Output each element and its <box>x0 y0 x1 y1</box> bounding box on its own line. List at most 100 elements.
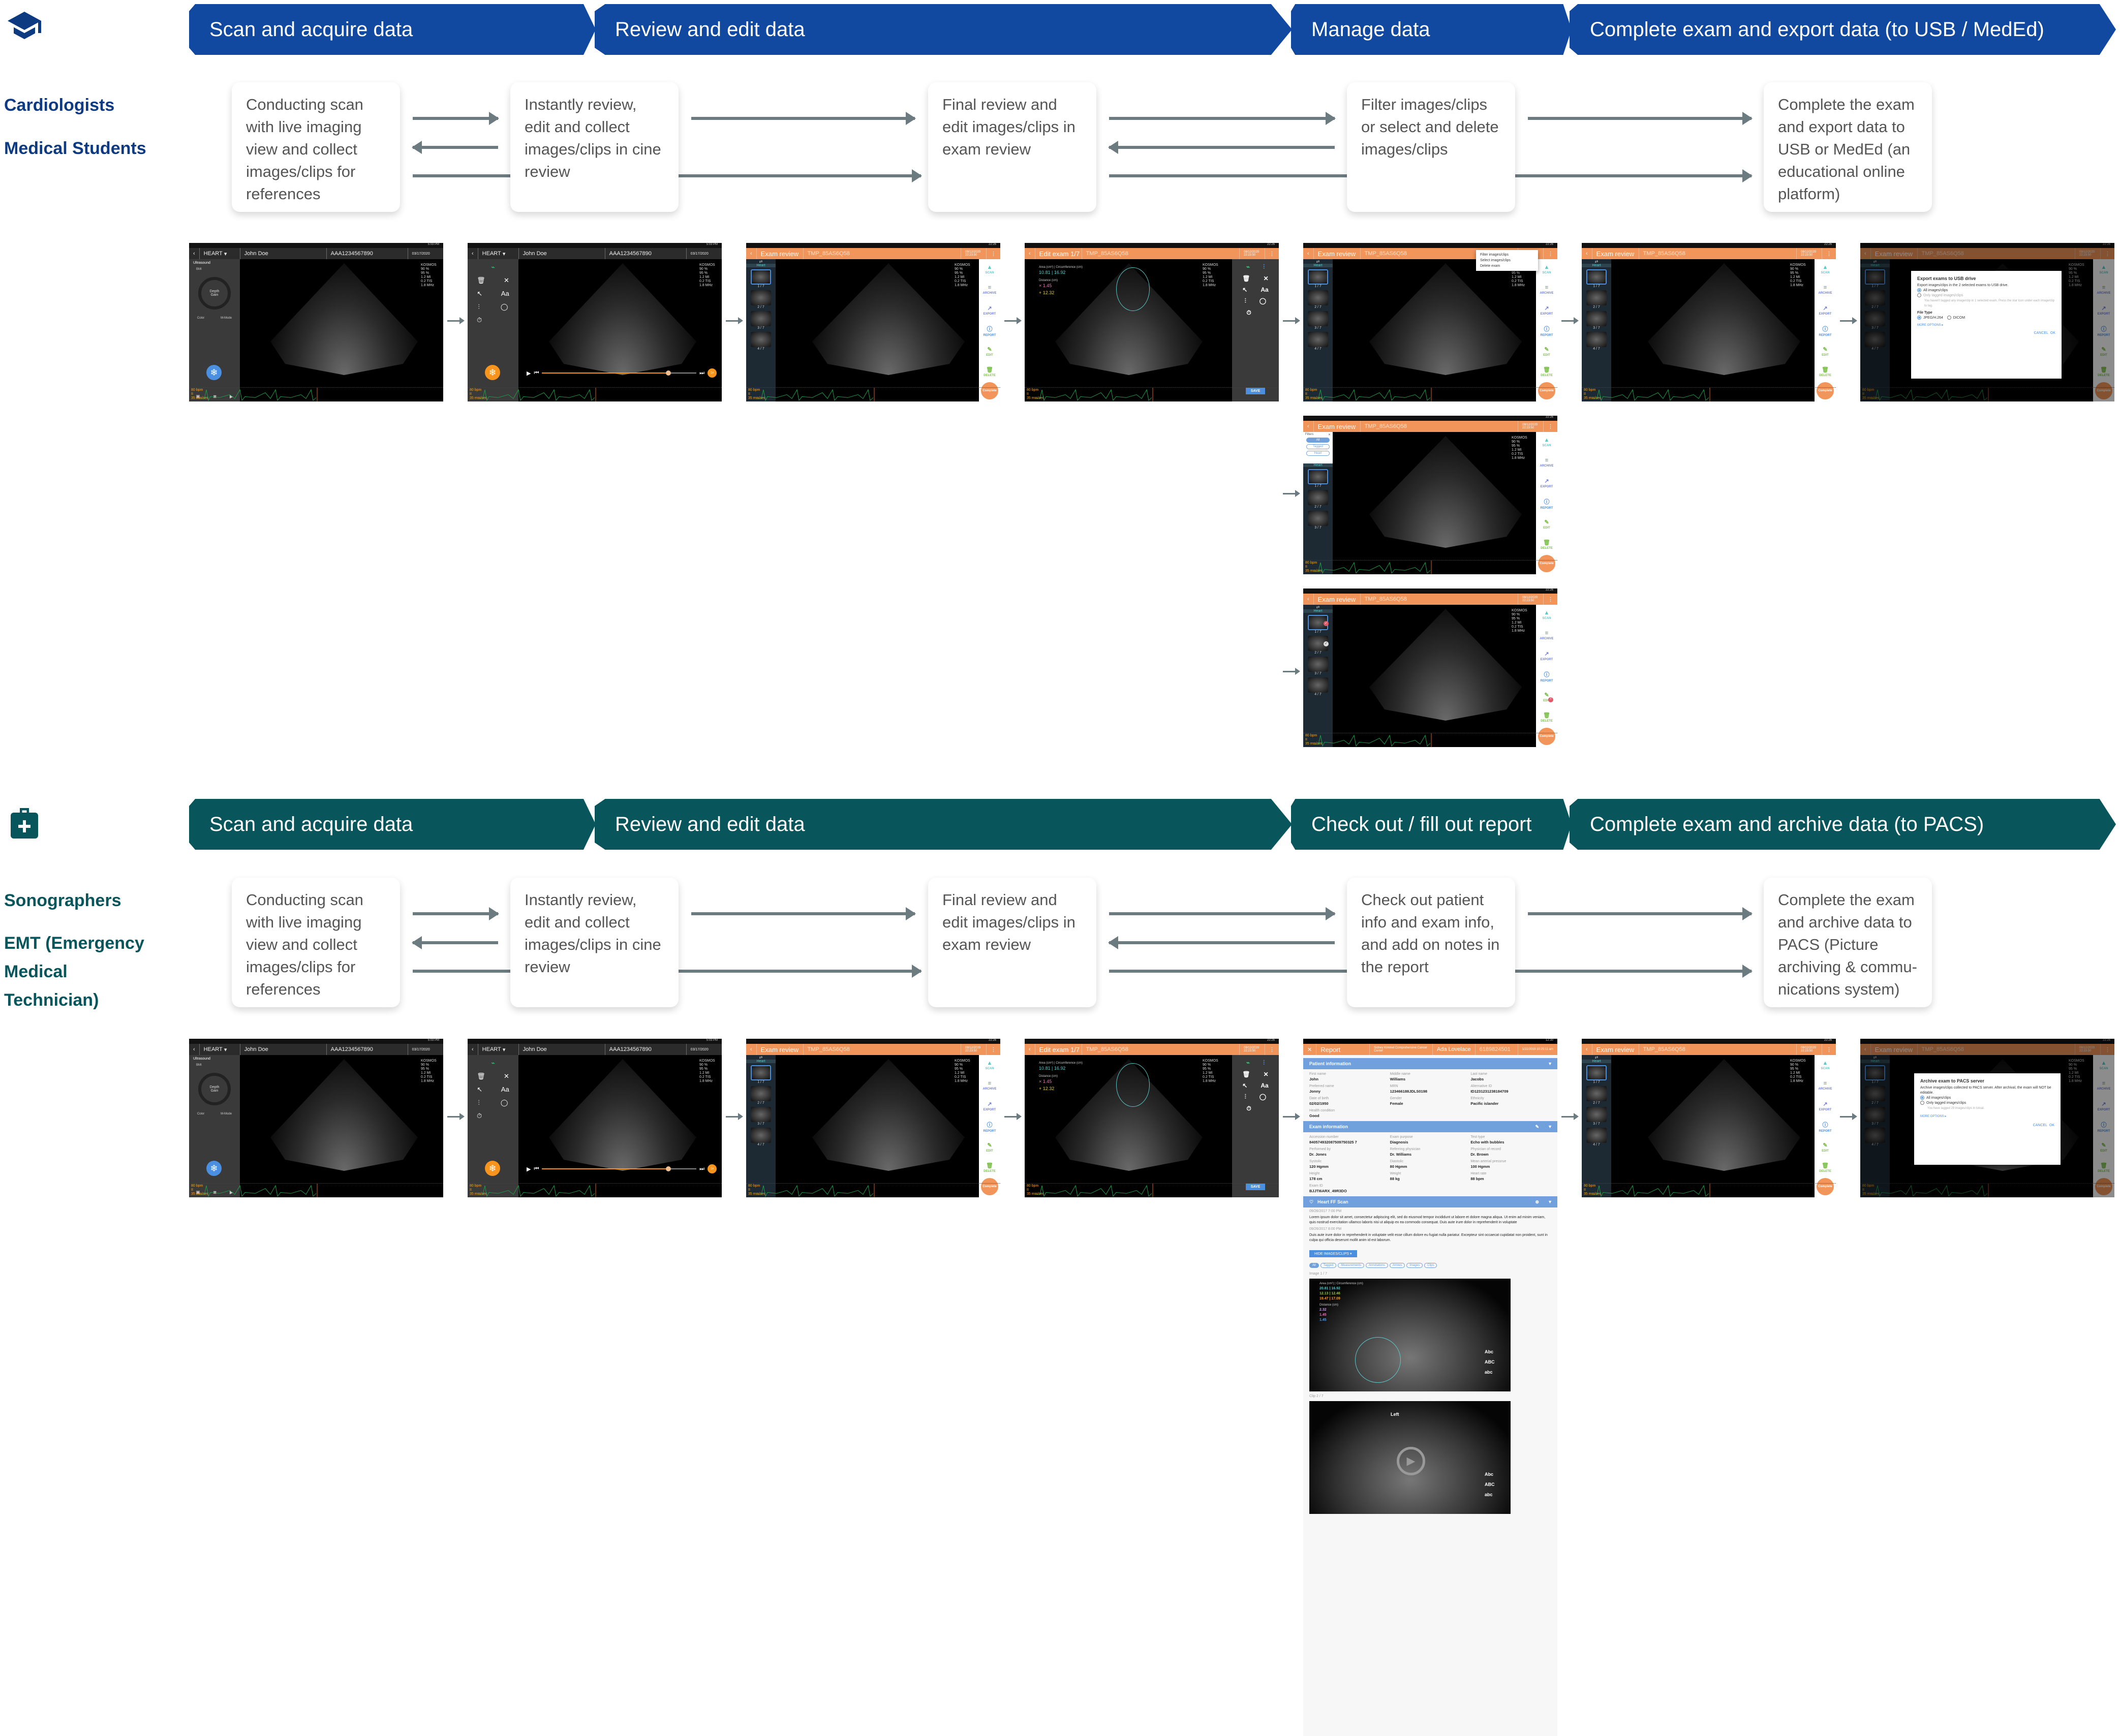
tab-ultrasound[interactable]: Ultrasound <box>189 259 240 267</box>
filter-chip[interactable]: All <box>1306 438 1330 443</box>
thumbnail[interactable] <box>1308 657 1328 672</box>
preset-dropdown[interactable]: HEART ▾ <box>478 248 519 259</box>
action-scan[interactable]: ▲ SCAN <box>985 259 994 280</box>
back-icon[interactable]: ‹ <box>468 1044 478 1055</box>
cancel-button[interactable]: CANCEL <box>2034 331 2048 335</box>
filter-chip[interactable]: Tagged <box>1320 1263 1337 1268</box>
arrow-icon[interactable]: ↖ <box>477 290 482 298</box>
collapse-icon[interactable]: ▼ <box>1548 1061 1552 1066</box>
filter-chip[interactable]: Tagged <box>1306 444 1330 449</box>
ecg-icon[interactable]: ⌁ <box>1246 263 1250 271</box>
play-icon[interactable]: ▶ <box>527 1166 531 1172</box>
thumbnail[interactable] <box>751 332 771 347</box>
preset-dropdown[interactable]: HEART ▾ <box>200 248 240 259</box>
action-delete[interactable]: 🗑 DELETE <box>1819 362 1831 382</box>
action-delete[interactable]: 🗑 DELETE <box>1541 535 1553 555</box>
more-icon[interactable]: ⋮ <box>1265 248 1279 259</box>
thumbnail[interactable] <box>751 290 771 305</box>
back-icon[interactable]: ‹ <box>189 1044 200 1055</box>
speed-button[interactable]: 1x <box>708 1164 717 1173</box>
back-icon[interactable]: ‹ <box>189 248 200 259</box>
back-icon[interactable]: ‹ <box>1582 1044 1592 1055</box>
edit-icon[interactable]: ✎ <box>1535 1124 1539 1130</box>
action-report[interactable]: ⓘ REPORT <box>983 1117 996 1137</box>
ecg-icon[interactable]: ⌁ <box>1246 1059 1250 1067</box>
filter-chip[interactable]: Arrows <box>1389 1263 1405 1268</box>
filter-chip[interactable]: Clips <box>1424 1263 1437 1268</box>
caliper-icon[interactable]: ⫶ <box>478 303 480 311</box>
freeze-icon[interactable]: ❄ <box>206 365 222 380</box>
close-icon[interactable]: ✕ <box>504 276 509 285</box>
caliper-icon[interactable]: ⫶ <box>1245 297 1246 305</box>
more-icon[interactable]: ⋮ <box>987 1044 1000 1055</box>
action-report[interactable]: ⓘ REPORT <box>983 321 996 341</box>
back-icon[interactable]: ‹ <box>1582 248 1592 259</box>
filter-chip[interactable]: Measurements <box>1338 1263 1365 1268</box>
action-delete[interactable]: 🗑 DELETE <box>1819 1158 1831 1178</box>
arrow-icon[interactable]: ↖ <box>477 1086 482 1094</box>
playback-handle[interactable] <box>666 1166 671 1171</box>
color-mode-button[interactable]: Color <box>197 317 204 320</box>
ultrasound-image[interactable] <box>1369 609 1522 721</box>
action-scan[interactable]: ▲ SCAN <box>1821 1055 1829 1075</box>
action-delete[interactable]: 🗑 DELETE <box>984 1158 996 1178</box>
ultrasound-image[interactable] <box>812 263 965 375</box>
bmi-toggle[interactable]: BMI <box>189 267 240 272</box>
menu-item[interactable]: Delete exam <box>1480 263 1534 269</box>
more-options-link[interactable]: MORE OPTIONS ▸ <box>1920 1114 2054 1119</box>
filter-chip[interactable]: All <box>1309 1263 1319 1268</box>
more-icon[interactable]: ⋮ <box>1544 594 1557 605</box>
action-edit[interactable]: ✎ EDIT <box>1543 687 1550 707</box>
back-icon[interactable]: ‹ <box>746 248 757 259</box>
thumbnail[interactable] <box>751 1107 771 1122</box>
back-icon[interactable]: ‹ <box>746 1044 757 1055</box>
thumbnail[interactable] <box>751 311 771 326</box>
report-clip[interactable]: Left ▶ Abc ABC abc <box>1309 1401 1511 1514</box>
back-icon[interactable]: ‹ <box>1025 248 1035 259</box>
action-scan[interactable]: ▲ SCAN <box>1542 259 1551 280</box>
ultrasound-image[interactable] <box>270 263 418 375</box>
option-tagged[interactable]: Only tagged images/clips <box>1917 293 2055 298</box>
close-icon[interactable]: ✕ <box>504 1072 509 1080</box>
playback-slider[interactable] <box>542 1166 697 1171</box>
delete-icon[interactable]: 🗑 <box>1242 275 1250 282</box>
menu-item[interactable]: Filter images/clips <box>1480 252 1534 258</box>
action-scan[interactable]: ▲ SCAN <box>1542 432 1551 452</box>
thumbnail[interactable] <box>751 1086 771 1101</box>
thumbnail[interactable] <box>1586 1128 1607 1143</box>
action-scan[interactable]: ▲ SCAN <box>1542 605 1551 625</box>
action-archive[interactable]: ≡ ARCHIVE <box>1540 452 1553 473</box>
thumbnail[interactable] <box>1586 1065 1607 1080</box>
close-icon[interactable]: ✕ <box>1264 275 1269 282</box>
freeze-icon[interactable]: ❄ <box>485 1161 500 1176</box>
back-icon[interactable]: ‹ <box>1303 248 1314 259</box>
ecg-icon[interactable]: ⌁ <box>468 1059 518 1067</box>
ecg-icon[interactable]: ⌁ <box>468 263 518 271</box>
preset-dropdown[interactable]: HEART ▾ <box>478 1044 519 1055</box>
action-edit[interactable]: ✎ EDIT <box>1822 1137 1829 1157</box>
close-icon[interactable]: ✕ <box>1303 1044 1317 1055</box>
thumbnail[interactable] <box>1308 469 1328 484</box>
filter-icon[interactable]: ⇄ <box>746 1055 776 1060</box>
option-all[interactable]: All images/clips <box>1920 1096 2054 1101</box>
action-report[interactable]: ⓘ REPORT <box>1540 493 1553 514</box>
ultrasound-image[interactable] <box>549 263 696 375</box>
unselected-check-icon[interactable]: ✓ <box>1324 641 1329 646</box>
ellipse-icon[interactable]: ◯ <box>501 1099 508 1107</box>
report-image[interactable]: Area (cm²) | Circumference (cm) 20.81 | … <box>1309 1279 1511 1391</box>
more-icon[interactable]: ⋮ <box>1822 1044 1836 1055</box>
mmode-button[interactable]: M-Mode <box>221 1112 232 1115</box>
action-delete[interactable]: 🗑 DELETE <box>1541 707 1553 728</box>
ultrasound-image[interactable] <box>1648 263 1800 375</box>
option-tagged[interactable]: Only tagged images/clips <box>1920 1101 2054 1106</box>
thumbnail[interactable] <box>1308 677 1328 693</box>
freeze-icon[interactable]: ❄ <box>206 1161 222 1176</box>
action-export[interactable]: ↗ EXPORT <box>1541 300 1553 321</box>
speed-button[interactable]: 1x <box>708 368 717 378</box>
close-icon[interactable]: ✕ <box>1264 1071 1269 1078</box>
action-archive[interactable]: ≡ ARCHIVE <box>1540 280 1553 300</box>
ellipse-icon[interactable]: ◯ <box>1259 297 1266 305</box>
area-ellipse[interactable] <box>1116 1063 1150 1107</box>
depth-gain-dial[interactable]: Depth Gain <box>198 1073 231 1105</box>
more-icon[interactable]: ⋮ <box>1544 248 1557 259</box>
